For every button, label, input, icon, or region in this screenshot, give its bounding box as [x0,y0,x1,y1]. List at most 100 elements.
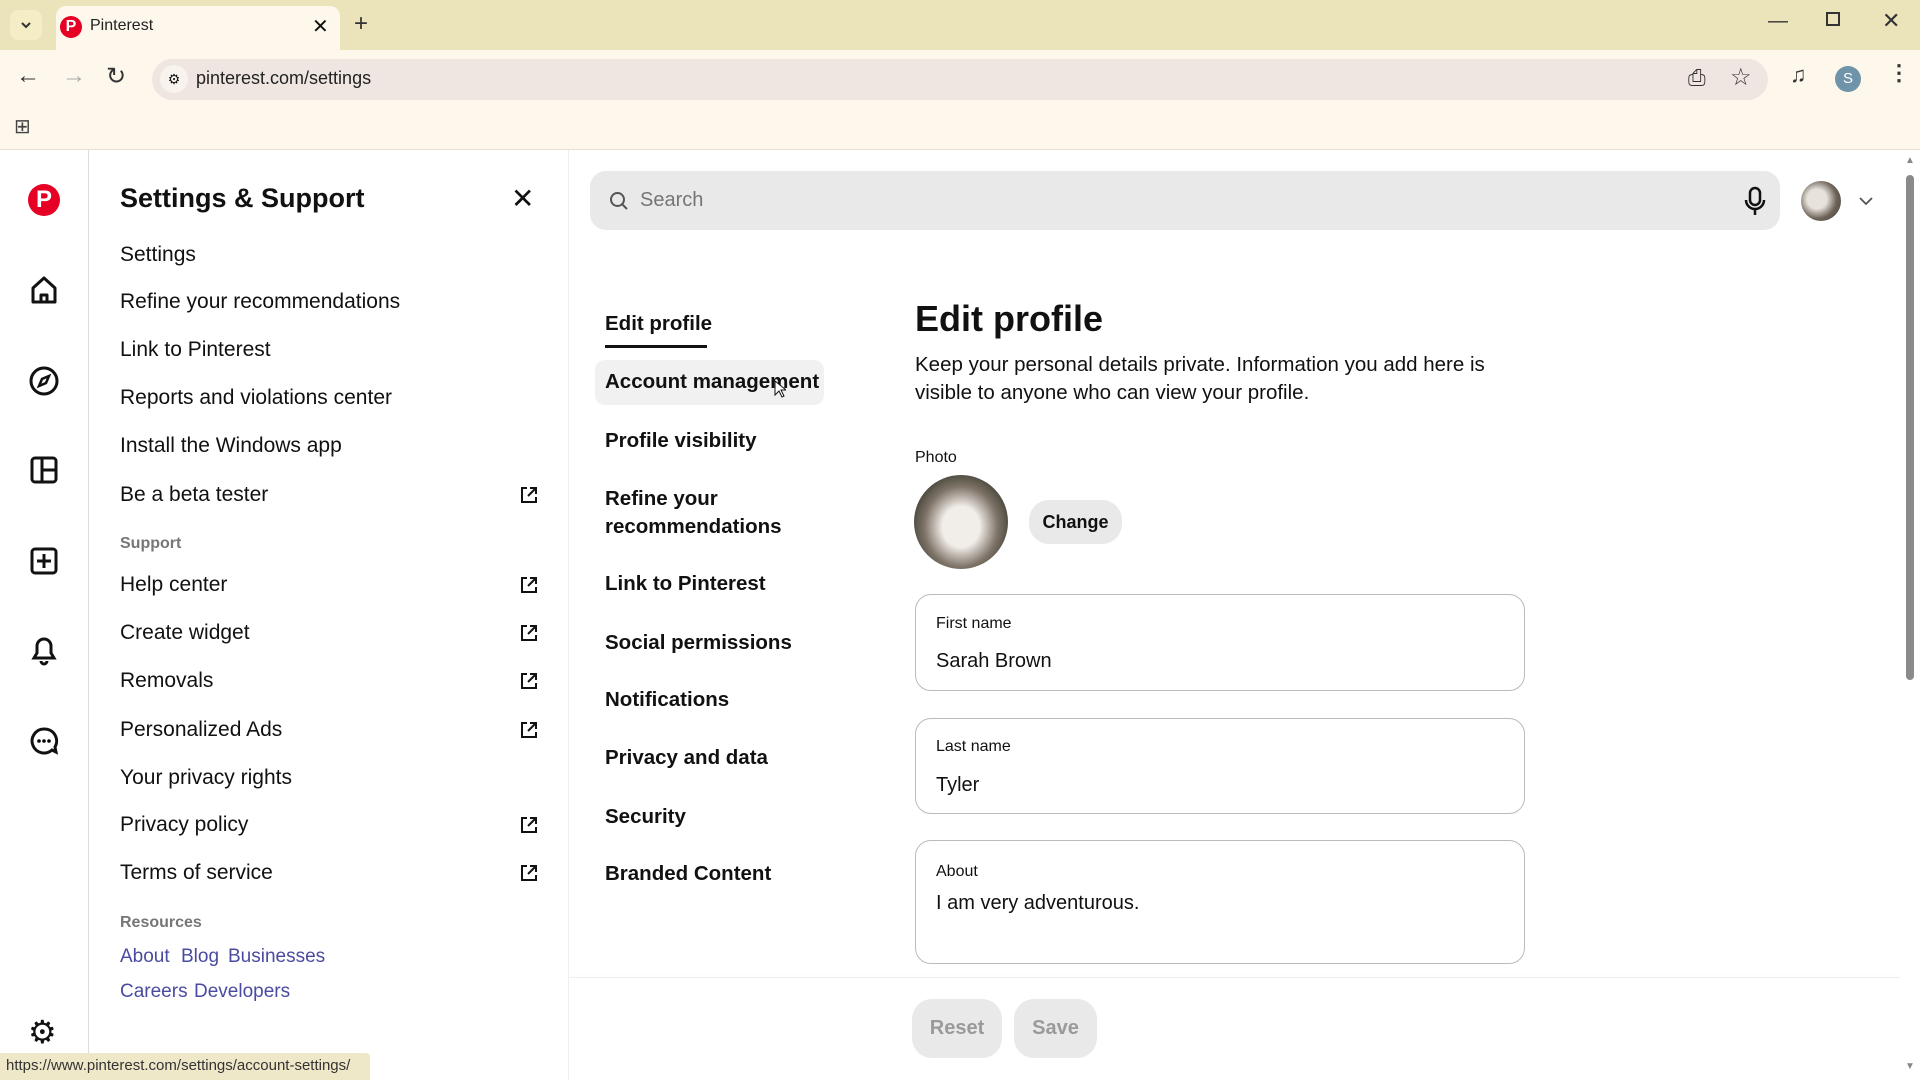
external-link-icon [519,671,539,691]
photo-label: Photo [915,449,957,467]
about-value[interactable]: I am very adventurous. [936,892,1139,915]
minimize-button[interactable]: — [1768,10,1788,33]
page-title: Edit profile [915,298,1103,340]
nav-link-to-pinterest[interactable]: Link to Pinterest [605,570,766,598]
panel-item-terms[interactable]: Terms of service [120,861,273,885]
nav-notifications[interactable]: Notifications [605,686,729,714]
first-name-label: First name [936,615,1012,633]
about-field[interactable]: About I am very adventurous. [915,840,1525,964]
last-name-field[interactable]: Last name Tyler [915,718,1525,814]
close-window-button[interactable]: ✕ [1882,8,1900,34]
panel-item-privacy-policy[interactable]: Privacy policy [120,813,248,837]
address-bar[interactable]: ⚙ pinterest.com/settings ⎙ ☆ [152,59,1768,100]
resource-link-developers[interactable]: Developers [194,981,290,1003]
first-name-field[interactable]: First name Sarah Brown [915,594,1525,691]
left-nav-rail: P ⚙ [0,150,89,1080]
settings-gear-icon[interactable]: ⚙ [28,1013,57,1051]
resource-link-businesses[interactable]: Businesses [228,946,325,968]
external-link-icon [519,815,539,835]
nav-privacy-and-data[interactable]: Privacy and data [605,744,768,772]
close-tab-icon[interactable]: ✕ [312,14,329,39]
reset-button[interactable]: Reset [912,999,1002,1058]
nav-social-permissions[interactable]: Social permissions [605,629,792,657]
nav-refine-recommendations[interactable]: Refine your recommendations [605,485,795,541]
external-link-icon [519,623,539,643]
search-icon [609,191,629,211]
restore-button[interactable] [1826,12,1840,26]
resource-link-blog[interactable]: Blog [181,946,219,968]
browser-profile-avatar[interactable]: S [1835,66,1861,92]
external-link-icon [519,720,539,740]
active-tab-underline [605,345,707,348]
pinterest-logo-icon[interactable]: P [28,184,60,216]
profile-photo [914,475,1008,569]
chevron-down-icon [19,18,33,32]
install-app-icon[interactable]: ⎙ [1688,65,1706,91]
pinterest-favicon-icon: P [60,16,82,38]
create-plus-icon[interactable] [28,545,60,577]
support-section-label: Support [120,535,181,553]
panel-item-removals[interactable]: Removals [120,669,213,693]
close-panel-icon[interactable]: ✕ [511,182,534,215]
panel-title: Settings & Support [120,183,365,214]
media-control-icon[interactable]: ♫ [1790,62,1807,88]
browser-toolbar: ← → ↻ ⚙ pinterest.com/settings ⎙ ☆ ♫ S ⋮… [0,50,1920,150]
last-name-value[interactable]: Tyler [936,774,979,797]
panel-item-refine[interactable]: Refine your recommendations [120,290,400,314]
nav-security[interactable]: Security [605,803,686,831]
account-chevron-down-icon[interactable] [1858,195,1874,207]
messages-icon[interactable] [28,725,60,757]
site-info-icon[interactable]: ⚙ [160,65,188,93]
home-icon[interactable] [28,274,60,306]
browser-tab-bar: P Pinterest ✕ + — ✕ [0,0,1920,50]
panel-item-help[interactable]: Help center [120,573,227,597]
panel-item-widget[interactable]: Create widget [120,621,250,645]
settings-support-panel: Settings & Support ✕ Settings Refine you… [89,150,569,1080]
change-photo-button[interactable]: Change [1029,500,1122,544]
explore-compass-icon[interactable] [28,365,60,397]
status-bar-url: https://www.pinterest.com/settings/accou… [0,1053,370,1080]
page-scrollbar[interactable]: ▲ ▼ [1904,155,1916,1080]
panel-item-reports[interactable]: Reports and violations center [120,386,392,410]
tab-list-button[interactable] [10,10,42,40]
reload-button[interactable]: ↻ [106,62,126,91]
nav-edit-profile[interactable]: Edit profile [605,310,712,338]
page-description: Keep your personal details private. Info… [915,351,1515,407]
panel-item-settings[interactable]: Settings [120,243,196,267]
search-input[interactable] [640,185,1640,215]
resource-link-careers[interactable]: Careers [120,981,188,1003]
external-link-icon [519,863,539,883]
first-name-value[interactable]: Sarah Brown [936,650,1052,673]
boards-icon[interactable] [28,454,60,486]
apps-grid-icon[interactable]: ⊞ [14,114,31,139]
last-name-label: Last name [936,738,1011,756]
panel-item-beta[interactable]: Be a beta tester [120,483,268,507]
url-text[interactable]: pinterest.com/settings [196,68,371,89]
browser-menu-icon[interactable]: ⋮ [1888,60,1910,86]
panel-item-privacy-rights[interactable]: Your privacy rights [120,766,292,790]
back-button[interactable]: ← [16,62,40,90]
nav-account-management[interactable]: Account management [605,368,819,396]
save-button[interactable]: Save [1014,999,1097,1058]
tab-title: Pinterest [90,17,153,35]
scrollbar-thumb[interactable] [1906,175,1914,680]
resource-link-about[interactable]: About [120,946,170,968]
footer-divider [570,977,1900,978]
resources-section-label: Resources [120,914,202,932]
mouse-cursor-icon [774,380,786,398]
bookmark-star-icon[interactable]: ☆ [1730,63,1752,92]
microphone-icon [1743,186,1767,216]
panel-item-install[interactable]: Install the Windows app [120,434,342,458]
user-avatar[interactable] [1801,181,1841,221]
new-tab-button[interactable]: + [354,10,368,38]
nav-branded-content[interactable]: Branded Content [605,860,771,888]
nav-profile-visibility[interactable]: Profile visibility [605,427,757,455]
search-bar[interactable] [590,171,1780,230]
panel-item-ads[interactable]: Personalized Ads [120,718,282,742]
notifications-bell-icon[interactable] [28,634,60,666]
external-link-icon [519,485,539,505]
external-link-icon [519,575,539,595]
forward-button[interactable]: → [62,62,86,90]
panel-item-link[interactable]: Link to Pinterest [120,338,271,362]
browser-tab[interactable]: P Pinterest ✕ [56,6,340,50]
